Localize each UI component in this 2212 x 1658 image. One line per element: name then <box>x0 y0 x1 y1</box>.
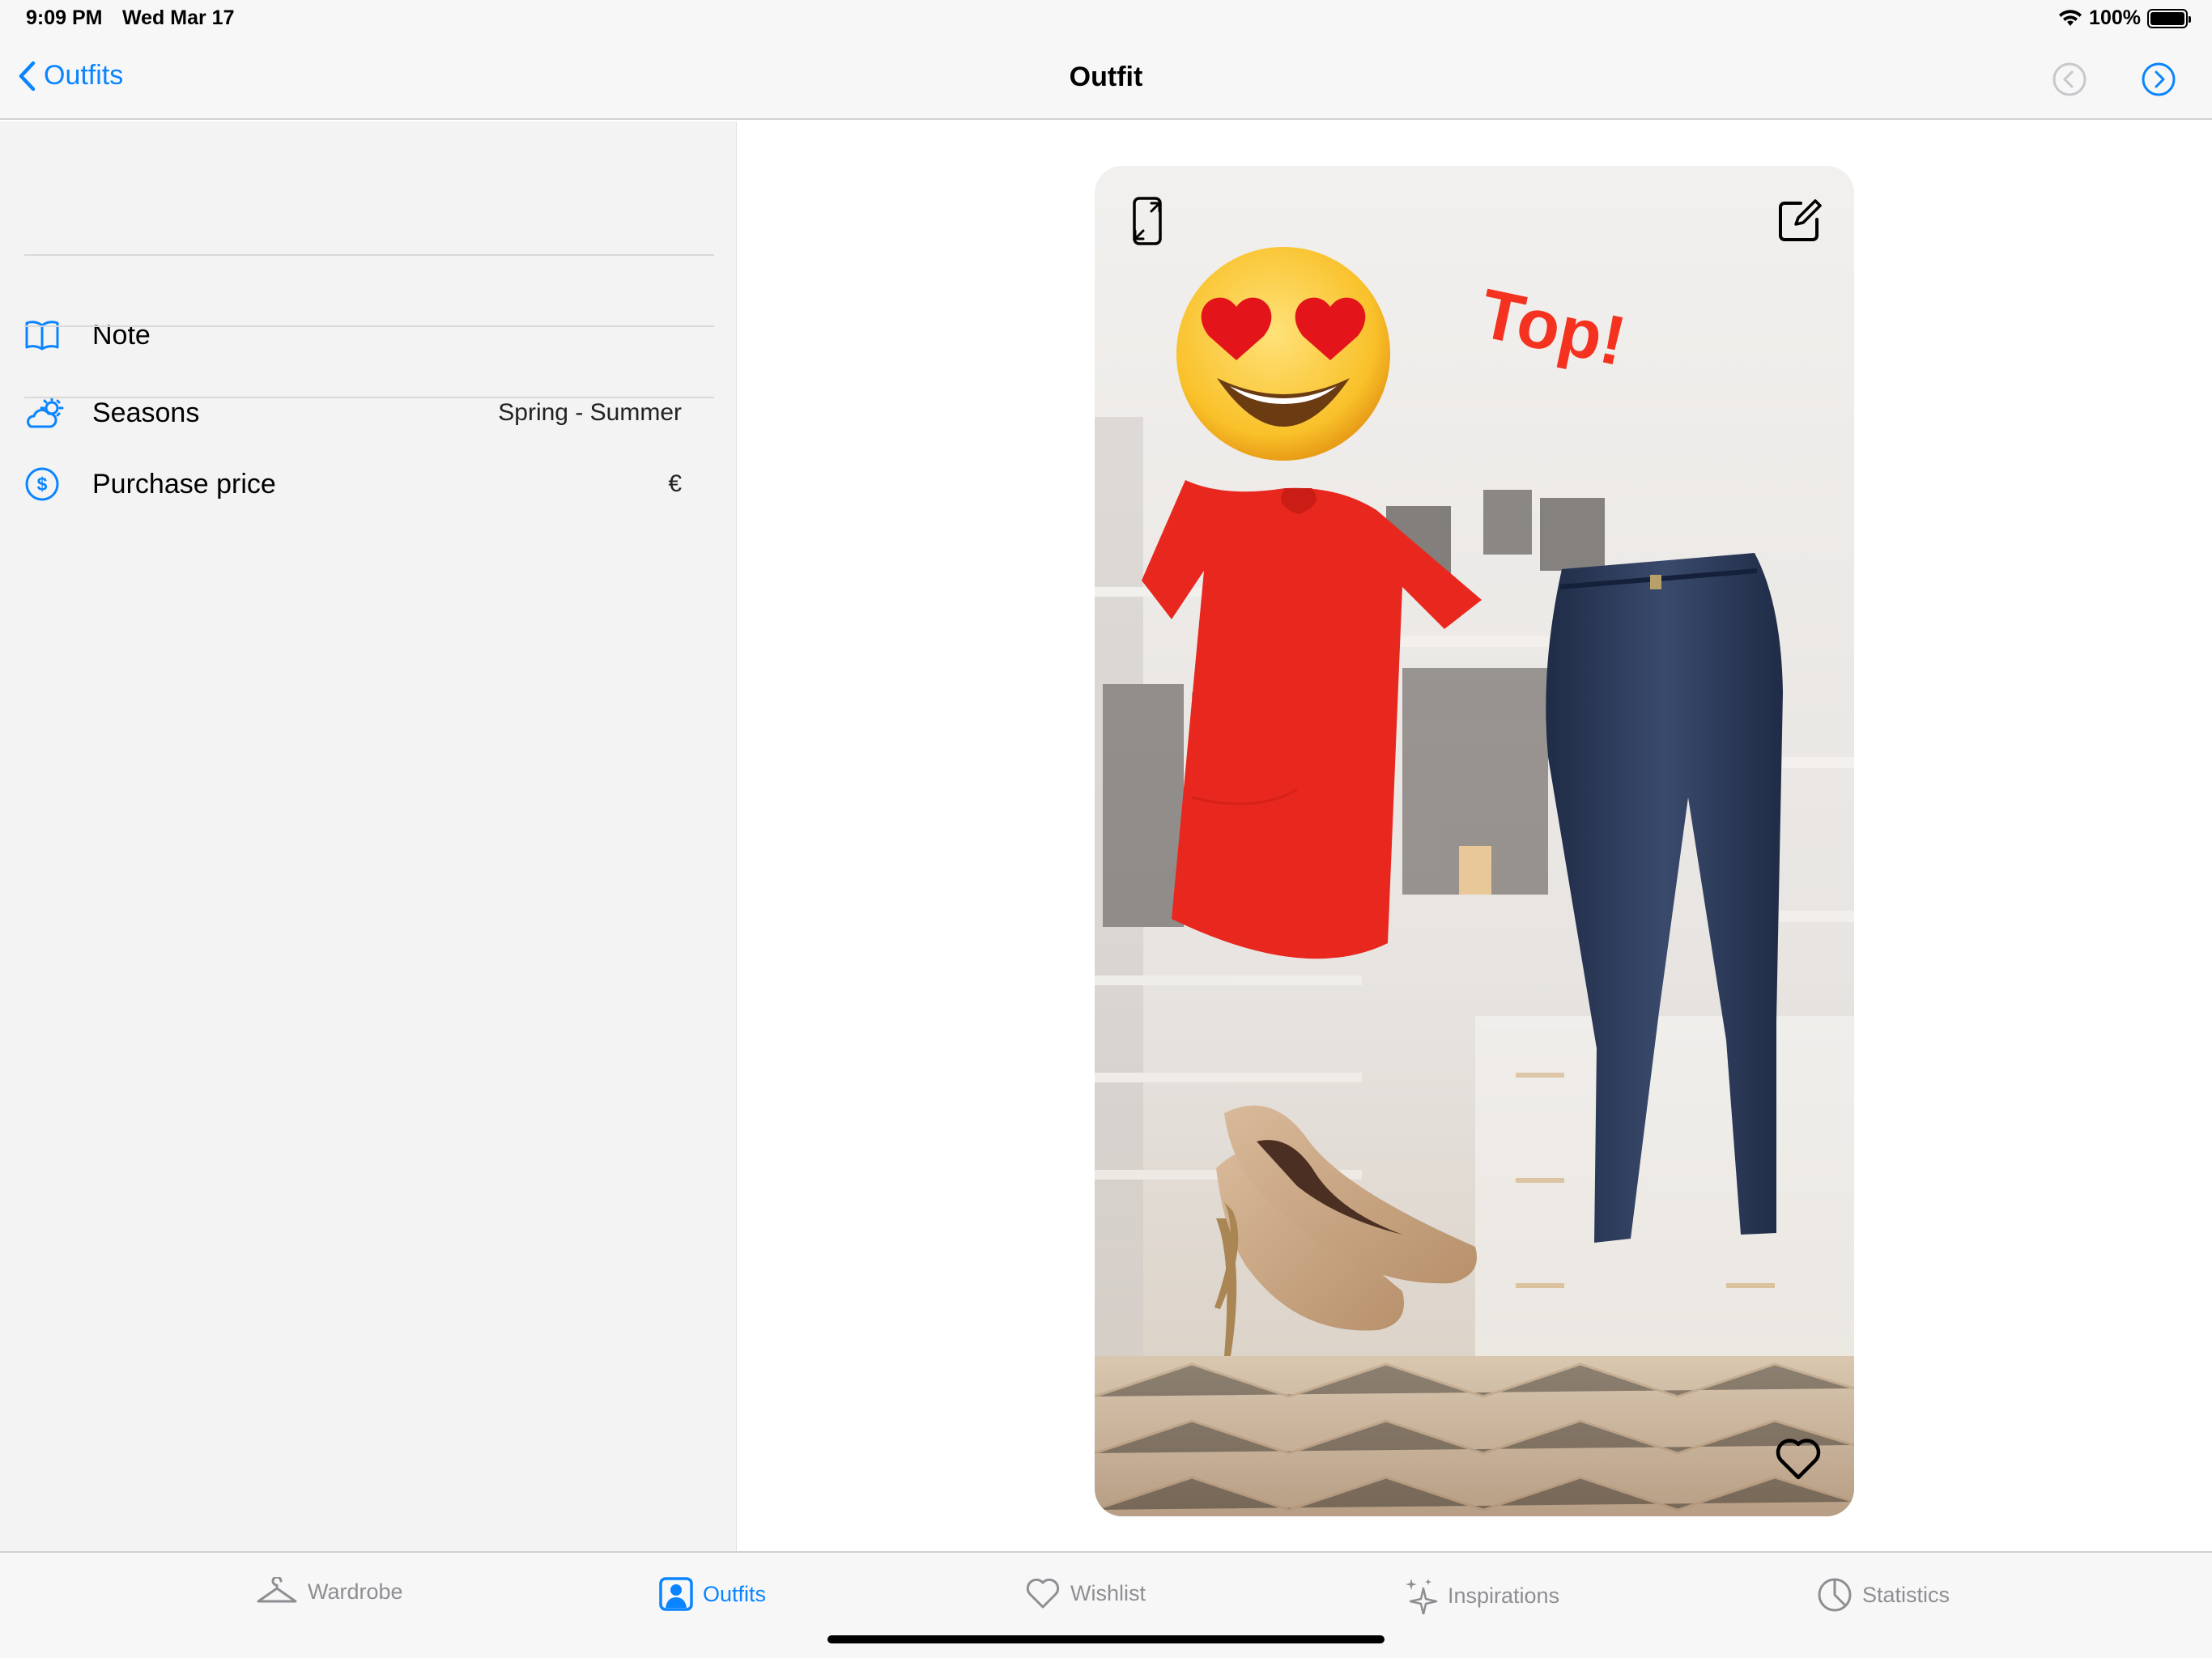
purchase-price-row[interactable]: $ Purchase price € <box>24 449 714 520</box>
seasons-label: Seasons <box>92 397 200 428</box>
sun-cloud-icon <box>27 397 64 428</box>
heart-icon <box>1776 1439 1821 1480</box>
battery-icon <box>2147 8 2191 28</box>
favorite-button[interactable] <box>1775 1437 1822 1485</box>
home-indicator[interactable] <box>827 1635 1385 1643</box>
tab-label: Wardrobe <box>308 1579 403 1604</box>
note-label: Note <box>92 319 151 351</box>
tab-wardrobe[interactable]: Wardrobe <box>256 1577 403 1606</box>
battery-percent: 100% <box>2089 6 2141 29</box>
hanger-icon <box>257 1577 297 1603</box>
tab-wishlist[interactable]: Wishlist <box>1025 1577 1146 1609</box>
tab-label: Inspirations <box>1448 1583 1560 1608</box>
purchase-price-label: Purchase price <box>92 468 276 500</box>
book-icon <box>25 321 59 351</box>
status-bar: 9:09 PM Wed Mar 17 100% <box>0 0 2212 39</box>
divider <box>24 397 714 398</box>
status-date: Wed Mar 17 <box>122 6 235 29</box>
divider <box>24 254 714 256</box>
sparkles-icon <box>1406 1579 1438 1614</box>
outfit-collage: Top! <box>1095 166 1854 1516</box>
chevron-left-circle-icon <box>2052 62 2087 96</box>
tab-statistics[interactable]: Statistics <box>1817 1577 1950 1613</box>
tab-label: Wishlist <box>1070 1580 1146 1605</box>
outfit-canvas[interactable]: Top! <box>1095 166 1854 1516</box>
divider <box>24 325 714 327</box>
previous-outfit-button[interactable] <box>2052 62 2087 101</box>
tab-label: Statistics <box>1862 1582 1950 1607</box>
status-right: 100% <box>2058 6 2191 30</box>
page-title: Outfit <box>1069 62 1143 92</box>
tab-outfits[interactable]: Outfits <box>659 1577 766 1611</box>
status-time: 9:09 PM <box>26 6 103 29</box>
purchase-price-value: € <box>668 470 682 497</box>
next-outfit-button[interactable] <box>2141 62 2176 101</box>
svg-text:$: $ <box>37 474 48 495</box>
compose-icon <box>1779 199 1822 241</box>
seasons-row[interactable]: Seasons Spring - Summer <box>24 377 714 449</box>
heart-icon <box>1026 1578 1060 1609</box>
note-row[interactable]: Note <box>24 300 714 371</box>
navigation-bar: Outfits Outfit <box>0 39 2212 120</box>
tab-inspirations[interactable]: Inspirations <box>1404 1577 1559 1614</box>
tab-label: Outfits <box>703 1581 767 1606</box>
heart-eyes-emoji <box>1176 247 1390 461</box>
dollar-circle-icon: $ <box>25 467 59 501</box>
wifi-icon <box>2059 9 2082 26</box>
edit-outfit-button[interactable] <box>1776 197 1823 248</box>
outfit-details-panel: Note Seasons Spring - Summer $ Purchase … <box>0 121 737 1551</box>
person-square-icon <box>659 1577 693 1611</box>
seasons-value: Spring - Summer <box>498 399 682 426</box>
rotate-device-icon <box>1133 197 1162 245</box>
rotate-canvas-button[interactable] <box>1127 195 1168 251</box>
pie-chart-icon <box>1818 1578 1852 1612</box>
chevron-right-circle-icon <box>2142 62 2176 96</box>
